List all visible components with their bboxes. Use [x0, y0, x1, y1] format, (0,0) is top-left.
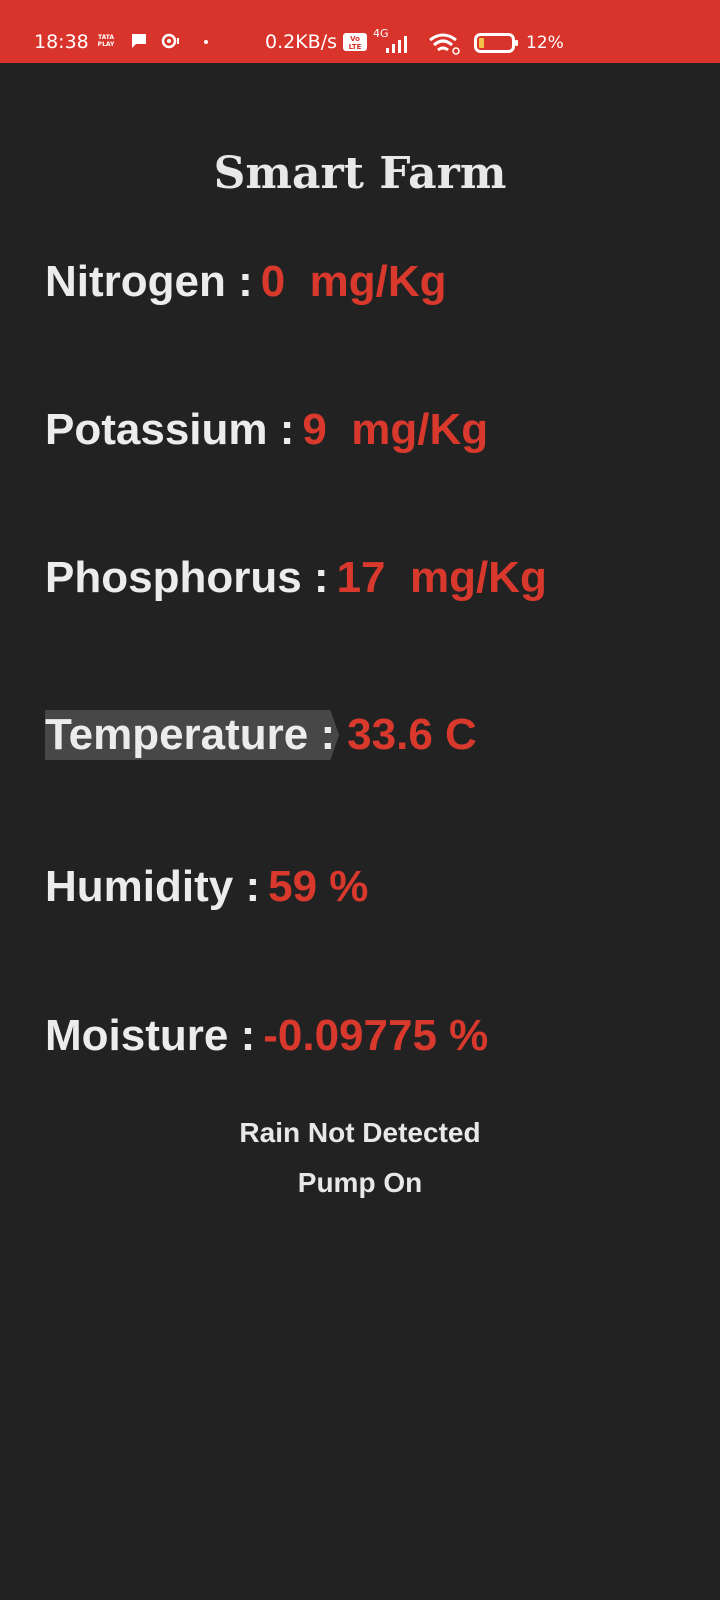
net-speed: 0.2KB/s: [265, 31, 338, 53]
page-title: Smart Farm: [213, 148, 507, 199]
reading-label: Moisture :: [45, 1011, 256, 1060]
svg-text:Vo: Vo: [350, 35, 360, 43]
reading-label: Potassium :: [45, 405, 295, 454]
tata-play-icon: TATA PLAY: [97, 34, 115, 48]
signal-icon: [386, 36, 407, 53]
reading-label: Nitrogen :: [45, 257, 253, 306]
battery-icon: [474, 33, 518, 53]
reading-nitrogen: Nitrogen : 0 mg/Kg: [45, 250, 447, 314]
reading-value: 59 %: [268, 862, 369, 911]
notification-dot: [204, 40, 208, 44]
reading-temperature: Temperature : 33.6 C: [45, 703, 477, 767]
message-icon: [132, 34, 146, 48]
reading-value: 17 mg/Kg: [336, 553, 547, 602]
reading-value: -0.09775 %: [263, 1011, 489, 1060]
reading-phosphorus: Phosphorus : 17 mg/Kg: [45, 546, 547, 610]
reading-value: 0 mg/Kg: [260, 257, 447, 306]
reading-potassium: Potassium : 9 mg/Kg: [45, 398, 488, 462]
reading-humidity: Humidity : 59 %: [45, 855, 368, 919]
rain-status: Rain Not Detected: [239, 1117, 481, 1148]
pump-status: Pump On: [297, 1167, 423, 1198]
sync-icon: [161, 33, 179, 49]
status-time: 18:38: [34, 31, 89, 53]
reading-label-selected[interactable]: Temperature :: [45, 710, 340, 760]
reading-label: Humidity :: [45, 862, 261, 911]
status-bar: 18:38 TATA PLAY 0.2KB/s Vo LTE 4G 12%: [0, 0, 720, 63]
reading-moisture: Moisture : -0.09775 %: [45, 1004, 488, 1068]
reading-label: Phosphorus :: [45, 553, 329, 602]
reading-value: 9 mg/Kg: [302, 405, 489, 454]
reading-value: 33.6 C: [347, 710, 477, 759]
battery-percent: 12%: [526, 33, 564, 53]
volte-icon: Vo LTE: [343, 33, 367, 51]
wifi-icon: [429, 33, 460, 55]
svg-text:LTE: LTE: [349, 43, 362, 51]
